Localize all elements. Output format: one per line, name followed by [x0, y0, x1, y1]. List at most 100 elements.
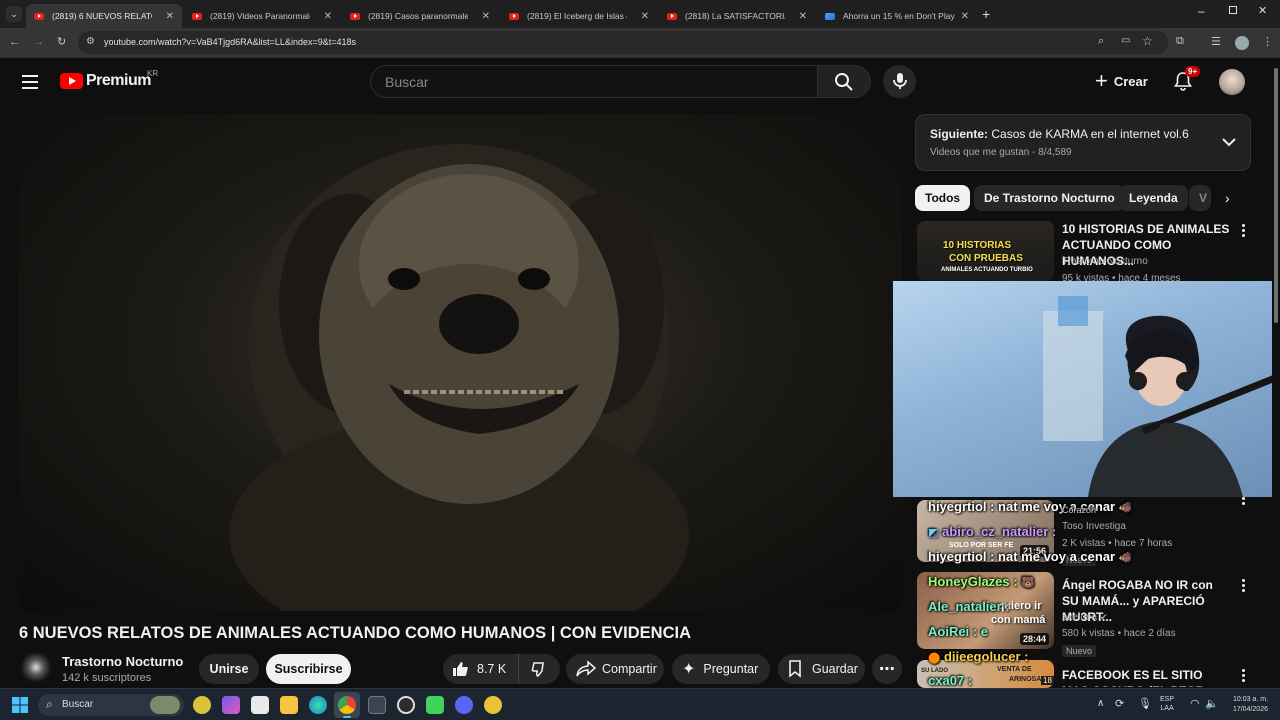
chrome-taskbar-button[interactable] — [334, 692, 360, 718]
related-thumbnail[interactable]: 10 HISTORIAS CON PRUEBAS ANIMALES ACTUAN… — [917, 221, 1054, 281]
tab-4[interactable]: (2819) El Iceberg de Islas que e ✕ — [501, 4, 657, 28]
like-button[interactable]: 8.7 K — [443, 654, 519, 684]
chat-message: hiyegrtiol : nat me voy a cenar 🐗 — [928, 499, 1133, 514]
windows-start-icon[interactable] — [12, 697, 28, 713]
browser-menu-icon[interactable]: ⋮ — [1262, 35, 1273, 48]
dislike-button[interactable] — [519, 654, 559, 684]
like-dislike-group: 8.7 K — [443, 654, 560, 684]
video-player[interactable] — [19, 114, 902, 611]
chevron-right-icon[interactable]: › — [1225, 190, 1230, 206]
clock[interactable]: 10:03 a. m. 17/04/2026 — [1222, 695, 1268, 715]
profile-avatar[interactable] — [1235, 36, 1249, 50]
chip-all[interactable]: Todos — [915, 185, 971, 211]
tab-5[interactable]: (2818) La SATISFACTORIA CAÍD ✕ — [659, 4, 815, 28]
notifications-button[interactable]: 9+ — [1173, 66, 1201, 93]
thumb-text: VENTA DE — [997, 666, 1032, 673]
tab-6[interactable]: Ahorra un 15 % en Don't Play ✕ — [817, 4, 977, 28]
channel-name[interactable]: Trastorno Nocturno — [62, 654, 183, 669]
hamburger-menu-icon[interactable] — [22, 75, 38, 89]
related-channel[interactable]: axeldea — [1062, 612, 1097, 623]
bookmark-star-icon[interactable]: ☆ — [1142, 34, 1153, 48]
more-actions-button[interactable]: ⋯ — [872, 654, 902, 684]
app-icon[interactable] — [193, 696, 211, 714]
close-icon[interactable]: ✕ — [166, 11, 174, 22]
user-avatar[interactable] — [1219, 69, 1245, 95]
youtube-logo-icon[interactable] — [60, 73, 83, 89]
chat-message: Corazón — [1062, 505, 1097, 515]
join-button[interactable]: Unirse — [199, 654, 259, 684]
voice-search-button[interactable] — [883, 65, 916, 98]
thumbs-up-icon — [453, 662, 468, 676]
back-icon[interactable]: ← — [9, 36, 20, 48]
new-tab-button[interactable]: + — [982, 6, 990, 22]
page-scrollbar[interactable] — [1272, 58, 1280, 688]
logo-text[interactable]: Premium — [86, 72, 151, 90]
forward-icon[interactable]: → — [33, 36, 44, 48]
close-icon[interactable]: ✕ — [482, 11, 490, 22]
chip-channel[interactable]: De Trastorno Nocturno — [974, 185, 1125, 211]
site-info-icon[interactable]: ⚙ — [86, 36, 95, 47]
taskbar-search[interactable]: ⌕ Buscar — [38, 694, 184, 716]
close-icon[interactable]: ✕ — [961, 11, 969, 22]
cast-icon[interactable]: ▭ — [1121, 35, 1130, 46]
file-explorer-icon[interactable] — [280, 696, 298, 714]
chip-label: Todos — [925, 191, 961, 205]
create-button[interactable]: + Crear — [1095, 70, 1148, 92]
tab-search-button[interactable]: ⌄ — [6, 6, 22, 22]
tab-2[interactable]: (2819) Videos Paranormales Co ✕ — [184, 4, 340, 28]
maximize-button[interactable] — [1229, 6, 1237, 14]
search-input[interactable]: Buscar — [370, 65, 818, 98]
chevron-down-icon[interactable] — [1222, 137, 1236, 147]
more-vertical-icon[interactable] — [1242, 579, 1245, 594]
app-icon[interactable] — [368, 696, 386, 714]
close-icon[interactable]: ✕ — [641, 11, 649, 22]
language-indicator[interactable]: ESP LAA — [1160, 695, 1174, 713]
microphone-icon[interactable]: 🎙 — [1138, 697, 1152, 710]
related-channel[interactable]: Trastorno Nocturno — [1062, 256, 1148, 267]
window-close-button[interactable]: ✕ — [1258, 4, 1267, 17]
clock-time: 10:03 a. m. — [1232, 696, 1268, 703]
wifi-icon[interactable]: ◠ — [1190, 697, 1200, 710]
copilot-icon[interactable] — [222, 696, 240, 714]
more-vertical-icon[interactable] — [1242, 669, 1245, 684]
chevron-up-icon[interactable]: ∧ — [1097, 698, 1104, 709]
search-icon — [835, 73, 853, 91]
subscribe-label: Suscribirse — [274, 662, 343, 676]
minimize-button[interactable]: – — [1198, 4, 1205, 18]
close-icon[interactable]: ✕ — [324, 11, 332, 22]
discord-icon[interactable] — [455, 696, 473, 714]
volume-icon[interactable]: 🔈 — [1205, 697, 1219, 710]
reload-icon[interactable]: ↻ — [57, 35, 66, 48]
playlist-next-panel[interactable]: Siguiente: Casos de KARMA en el internet… — [915, 114, 1251, 171]
app-icon[interactable] — [484, 696, 502, 714]
youtube-favicon-icon — [192, 12, 202, 20]
extensions-icon[interactable]: ⧉ — [1176, 35, 1184, 48]
tray-icon[interactable]: ⟳ — [1115, 697, 1124, 710]
related-title[interactable]: FACEBOOK ES EL SITIO MAS OSCURO (EL PEOR… — [1062, 667, 1232, 687]
app-icon[interactable] — [426, 696, 444, 714]
edge-icon[interactable] — [309, 696, 327, 714]
zoom-icon[interactable]: ⌕ — [1098, 35, 1104, 48]
related-channel[interactable]: Toso Investiga — [1062, 521, 1126, 532]
windows-taskbar: ⌕ Buscar ∧ ⟳ 🎙 ESP LAA ◠ 🔈 10:03 a. m. 1… — [0, 688, 1280, 720]
tab-1[interactable]: (2819) 6 NUEVOS RELATOS DE ✕ — [26, 4, 182, 28]
address-bar[interactable]: ⚙ youtube.com/watch?v=VaB4Tjgd6RA&list=L… — [78, 31, 1168, 54]
channel-avatar[interactable] — [19, 652, 53, 686]
chat-message: ⬤ diieegolucer : — [928, 649, 1029, 664]
subscribe-button[interactable]: Suscribirse — [266, 654, 351, 684]
taskbar-search-label: Buscar — [62, 699, 94, 710]
tab-3[interactable]: (2819) Casos paranormales de ✕ — [342, 4, 498, 28]
chip-legend[interactable]: Leyenda — [1119, 185, 1188, 211]
store-icon[interactable] — [251, 696, 269, 714]
share-button[interactable]: Compartir — [566, 654, 664, 684]
scrollbar-thumb[interactable] — [1274, 68, 1278, 323]
chip-more[interactable]: V — [1189, 185, 1211, 211]
reading-list-icon[interactable]: ☰ — [1211, 35, 1221, 48]
save-button[interactable]: Guardar — [778, 654, 865, 684]
search-button[interactable] — [818, 65, 871, 98]
chip-label: V — [1199, 191, 1208, 205]
close-icon[interactable]: ✕ — [799, 11, 807, 22]
app-icon[interactable] — [397, 696, 415, 714]
more-vertical-icon[interactable] — [1242, 224, 1245, 239]
ask-button[interactable]: ✦ Preguntar — [672, 654, 770, 684]
